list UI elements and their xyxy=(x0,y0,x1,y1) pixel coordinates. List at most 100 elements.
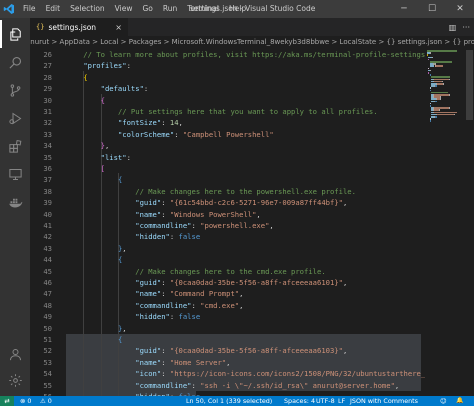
split-editor-icon[interactable]: ▥ xyxy=(449,23,457,32)
line-number: 36 xyxy=(43,164,52,173)
line-number: 37 xyxy=(43,175,52,185)
line-number: 49 xyxy=(43,312,52,322)
cursor-position[interactable]: Ln 50, Col 1 (339 selected) xyxy=(186,396,272,406)
window-controls: ─ ☐ ✕ xyxy=(390,0,474,18)
code-line[interactable]: "commandline": "cmd.exe", xyxy=(66,300,243,311)
close-icon[interactable]: × xyxy=(115,23,122,32)
line-number: 27 xyxy=(43,61,52,71)
scrollbar-thumb[interactable] xyxy=(466,50,473,120)
code-line[interactable]: }, xyxy=(66,323,127,334)
minimap-line xyxy=(434,116,437,118)
notifications-bell-icon[interactable]: 🔔 xyxy=(456,396,463,406)
warnings-count[interactable]: ⚠ 0 xyxy=(40,396,52,406)
minimap-line xyxy=(449,94,451,96)
code-line[interactable]: { xyxy=(66,95,105,106)
maximize-button[interactable]: ☐ xyxy=(418,0,446,18)
line-number: 40 xyxy=(43,209,52,219)
line-number: 31 xyxy=(43,107,52,116)
remote-indicator-icon[interactable]: ⇄ xyxy=(0,396,14,406)
code-line[interactable]: "name": "Home Server", xyxy=(66,357,230,368)
code-line[interactable]: { xyxy=(66,334,122,345)
code-line[interactable]: "colorScheme": "Campbell Powershell" xyxy=(66,129,274,140)
encoding[interactable]: UTF-8 xyxy=(316,396,335,406)
code-line[interactable]: "guid": "{0caa0dad-35be-5f56-a8ff-afceee… xyxy=(66,345,347,356)
menu-run[interactable]: Run xyxy=(158,0,182,18)
code-line[interactable]: "list": xyxy=(66,152,131,163)
breadcrumb: anurut > AppData > Local > Packages > Mi… xyxy=(30,36,474,48)
code-line[interactable]: // Make changes here to the powershell.e… xyxy=(66,186,356,197)
code-line[interactable]: // Put settings here that you want to ap… xyxy=(66,106,378,117)
code-line[interactable]: "name": "Windows PowerShell", xyxy=(66,209,261,220)
line-number: 50 xyxy=(43,323,52,333)
menu-go[interactable]: Go xyxy=(137,0,157,18)
activity-bar xyxy=(0,18,30,396)
code-line[interactable]: "defaults": xyxy=(66,83,149,94)
settings-gear-icon[interactable] xyxy=(0,366,30,394)
code-line[interactable]: "guid": "{61c54bbd-c2c6-5271-96e7-009a87… xyxy=(66,197,347,208)
line-number: 45 xyxy=(43,266,52,276)
menu-view[interactable]: View xyxy=(110,0,138,18)
line-number: 46 xyxy=(43,278,52,287)
language-mode[interactable]: JSON with Comments xyxy=(350,396,418,406)
line-number: 39 xyxy=(43,198,52,208)
menu-file[interactable]: File xyxy=(18,0,41,18)
code-line[interactable]: "hidden": false xyxy=(66,231,200,242)
code-line[interactable]: "hidden": false xyxy=(66,311,200,322)
extensions-icon[interactable] xyxy=(0,132,30,160)
search-icon[interactable] xyxy=(0,48,30,76)
code-line[interactable]: { xyxy=(66,174,122,185)
menu-selection[interactable]: Selection xyxy=(65,0,110,18)
vscode-logo-icon xyxy=(0,0,18,18)
remote-explorer-icon[interactable] xyxy=(0,160,30,188)
editor-actions: ▥ ··· xyxy=(449,18,470,36)
minimap[interactable] xyxy=(425,48,465,396)
line-number: 55 xyxy=(43,380,52,390)
line-number: 44 xyxy=(43,255,52,265)
code-line[interactable]: [ xyxy=(66,163,105,174)
line-number: 34 xyxy=(43,141,52,151)
line-number: 54 xyxy=(43,369,52,379)
code-line[interactable]: "commandline": "powershell.exe", xyxy=(66,220,274,231)
code-line[interactable]: "profiles": xyxy=(66,60,131,71)
run-debug-icon[interactable] xyxy=(0,104,30,132)
code-line[interactable]: }, xyxy=(66,140,110,151)
more-actions-icon[interactable]: ··· xyxy=(462,23,470,32)
feedback-icon[interactable]: ☺ xyxy=(440,396,447,406)
source-control-icon[interactable] xyxy=(0,76,30,104)
accounts-icon[interactable] xyxy=(0,340,30,368)
code-line[interactable]: { xyxy=(66,254,122,265)
minimap-line xyxy=(436,113,454,116)
errors-count[interactable]: ⊗ 0 xyxy=(20,396,31,406)
line-number: 30 xyxy=(43,95,52,105)
line-number: 35 xyxy=(43,152,52,162)
code-line[interactable]: "name": "Command Prompt", xyxy=(66,288,243,299)
vertical-scrollbar[interactable] xyxy=(465,48,474,396)
close-window-button[interactable]: ✕ xyxy=(446,0,474,18)
minimap-line xyxy=(435,65,444,67)
line-number: 47 xyxy=(43,289,52,299)
menu-edit[interactable]: Edit xyxy=(41,0,66,18)
code-line[interactable]: // Make changes here to the cmd.exe prof… xyxy=(66,266,325,277)
code-line[interactable]: "guid": "{0caa0dad-35be-5f56-a8ff-afceee… xyxy=(66,277,347,288)
tab-label: settings.json xyxy=(48,22,97,32)
code-line[interactable]: }, xyxy=(66,243,127,254)
docker-icon[interactable] xyxy=(0,188,30,216)
code-line[interactable]: { xyxy=(66,72,87,83)
minimap-line xyxy=(430,52,432,54)
line-number: 32 xyxy=(43,118,52,128)
explorer-icon[interactable] xyxy=(0,20,30,48)
minimap-line xyxy=(440,98,442,100)
code-line[interactable]: "commandline": "ssh -i \"~/.ssh/id_rsa\"… xyxy=(66,380,399,391)
breadcrumb-path[interactable]: anurut > AppData > Local > Packages > Mi… xyxy=(30,36,474,48)
code-line[interactable]: "icon": "https://icon-icons.com/icons2/1… xyxy=(66,368,425,379)
minimize-button[interactable]: ─ xyxy=(390,0,418,18)
code-line[interactable]: // To learn more about profiles, visit h… xyxy=(66,49,425,60)
code-line[interactable]: "fontSize": 14, xyxy=(66,117,183,128)
code-editor[interactable]: 26 27 28 29 30 31 32 33 34 35 36 37 38 39 40 41 42 43 44 45… xyxy=(30,48,425,396)
indentation[interactable]: Spaces: 4 xyxy=(284,396,315,406)
minimap-line xyxy=(430,69,432,72)
tab-settings-json[interactable]: {} settings.json × xyxy=(30,18,128,36)
line-number: 41 xyxy=(43,221,52,230)
line-number: 28 xyxy=(43,72,52,82)
end-of-line[interactable]: LF xyxy=(338,396,345,406)
